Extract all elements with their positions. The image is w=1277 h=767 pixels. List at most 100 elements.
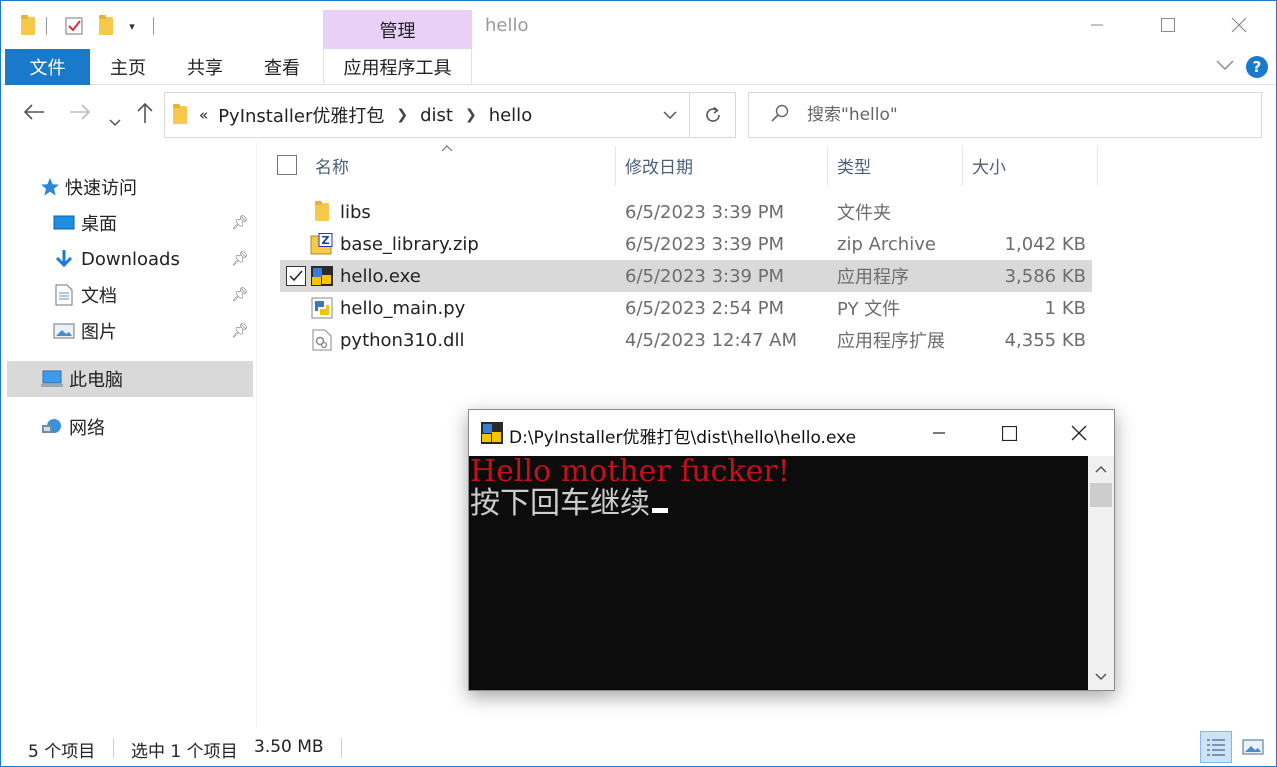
title-bar: ▾ 管理 hello bbox=[1, 1, 1276, 49]
file-type: 应用程序 bbox=[837, 267, 909, 288]
column-divider[interactable] bbox=[827, 146, 828, 186]
scroll-down-icon[interactable] bbox=[1088, 666, 1114, 688]
details-view-icon[interactable] bbox=[1200, 731, 1232, 763]
explorer-window: ▾ 管理 hello 文件 主页 共享 查看 应用程序工具 ? « PyInst… bbox=[0, 0, 1277, 767]
sidebar-item-downloads[interactable]: Downloads 📌︎ bbox=[53, 241, 253, 277]
search-box[interactable] bbox=[748, 92, 1262, 138]
sidebar-item-desktop[interactable]: 桌面 📌︎ bbox=[53, 205, 253, 241]
select-all-checkbox[interactable] bbox=[277, 155, 297, 175]
sidebar-item-label: 图片 bbox=[81, 322, 117, 343]
file-size: 1 KB bbox=[1044, 297, 1086, 319]
file-size bbox=[970, 196, 1086, 228]
desktop-icon bbox=[53, 212, 75, 234]
minimize-button[interactable] bbox=[904, 410, 974, 456]
tab-view[interactable]: 查看 bbox=[247, 49, 317, 85]
pin-icon[interactable]: 📌︎ bbox=[231, 287, 249, 303]
chevron-right-icon[interactable]: ❯ bbox=[465, 107, 477, 123]
sidebar-item-pictures[interactable]: 图片 📌︎ bbox=[53, 313, 253, 349]
zip-archive-icon: Z bbox=[310, 233, 334, 255]
breadcrumb-hello[interactable]: hello bbox=[489, 105, 533, 126]
tab-file[interactable]: 文件 bbox=[5, 49, 90, 85]
column-header-size[interactable]: 大小 bbox=[972, 142, 1092, 188]
console-scrollbar[interactable] bbox=[1088, 456, 1114, 690]
sidebar-item-documents[interactable]: 文档 📌︎ bbox=[53, 277, 253, 313]
column-divider[interactable] bbox=[962, 146, 963, 186]
file-modified: 6/5/2023 3:39 PM bbox=[625, 265, 785, 287]
column-header-modified[interactable]: 修改日期 bbox=[625, 142, 825, 188]
sidebar-item-network[interactable]: 网络 bbox=[41, 409, 253, 445]
navigation-bar: « PyInstaller优雅打包 ❯ dist ❯ hello bbox=[1, 86, 1276, 142]
maximize-button[interactable] bbox=[974, 410, 1044, 456]
tab-application-tools[interactable]: 应用程序工具 bbox=[323, 49, 472, 85]
maximize-button[interactable] bbox=[1132, 1, 1204, 49]
file-row-selected[interactable]: hello.exe 6/5/2023 3:39 PM 应用程序 3,586 KB bbox=[280, 260, 1092, 292]
console-output[interactable]: Hello mother fucker! 按下回车继续 bbox=[469, 456, 1088, 690]
file-type: PY 文件 bbox=[837, 299, 901, 320]
file-row[interactable]: Z base_library.zip 6/5/2023 3:39 PM zip … bbox=[280, 228, 1092, 260]
breadcrumb-overflow[interactable]: « bbox=[199, 106, 208, 124]
recent-locations-icon[interactable] bbox=[109, 108, 121, 133]
refresh-icon[interactable] bbox=[689, 93, 735, 137]
separator bbox=[46, 17, 47, 35]
pin-icon[interactable]: 📌︎ bbox=[231, 251, 249, 267]
search-input[interactable] bbox=[807, 105, 1227, 125]
help-button[interactable]: ? bbox=[1246, 56, 1268, 78]
console-title: D:\PyInstaller优雅打包\dist\hello\hello.exe bbox=[509, 428, 857, 448]
file-modified: 4/5/2023 12:47 AM bbox=[625, 329, 798, 351]
forward-button[interactable] bbox=[69, 102, 91, 127]
sidebar-item-label: 此电脑 bbox=[69, 370, 123, 391]
address-bar[interactable]: « PyInstaller优雅打包 ❯ dist ❯ hello bbox=[164, 92, 736, 138]
scroll-thumb[interactable] bbox=[1090, 483, 1112, 507]
large-icons-view-icon[interactable] bbox=[1237, 731, 1269, 763]
file-name: python310.dll bbox=[340, 329, 465, 351]
contextual-tab-manage: 管理 bbox=[323, 10, 472, 49]
dll-icon bbox=[310, 329, 334, 351]
pin-icon[interactable]: 📌︎ bbox=[231, 323, 249, 339]
tab-share[interactable]: 共享 bbox=[170, 49, 240, 85]
separator bbox=[153, 17, 154, 35]
chevron-right-icon[interactable]: ❯ bbox=[396, 107, 408, 123]
console-window: D:\PyInstaller优雅打包\dist\hello\hello.exe … bbox=[468, 409, 1115, 691]
column-header-name[interactable]: 名称 bbox=[315, 142, 615, 188]
breadcrumb-pyinstaller[interactable]: PyInstaller优雅打包 bbox=[218, 102, 384, 128]
minimize-button[interactable] bbox=[1061, 1, 1133, 49]
column-divider[interactable] bbox=[615, 146, 616, 186]
folder-icon bbox=[173, 104, 187, 124]
separator bbox=[113, 738, 114, 758]
file-row[interactable]: libs 6/5/2023 3:39 PM 文件夹 bbox=[280, 196, 1092, 228]
file-modified: 6/5/2023 3:39 PM bbox=[625, 201, 785, 223]
file-name: hello_main.py bbox=[340, 297, 466, 319]
breadcrumb-dist[interactable]: dist bbox=[420, 105, 453, 126]
scroll-up-icon[interactable] bbox=[1088, 458, 1114, 480]
sidebar-item-label: 桌面 bbox=[81, 214, 117, 235]
close-button[interactable] bbox=[1044, 410, 1114, 456]
column-divider[interactable] bbox=[1097, 146, 1098, 186]
window-title: hello bbox=[485, 15, 529, 36]
file-name: libs bbox=[340, 201, 371, 223]
file-modified: 6/5/2023 2:54 PM bbox=[625, 297, 785, 319]
expand-ribbon-icon[interactable] bbox=[1216, 55, 1234, 74]
document-icon bbox=[53, 284, 75, 306]
ribbon-tabs: 文件 主页 共享 查看 应用程序工具 ? bbox=[1, 49, 1276, 85]
console-line: Hello mother fucker! bbox=[470, 454, 790, 489]
sidebar-item-label: 网络 bbox=[69, 418, 105, 439]
pin-icon[interactable]: 📌︎ bbox=[231, 215, 249, 231]
quick-access-dropdown-icon[interactable]: ▾ bbox=[125, 15, 139, 37]
new-folder-icon[interactable] bbox=[97, 15, 115, 37]
status-bar: 5 个项目 选中 1 个项目 3.50 MB bbox=[1, 728, 1276, 766]
sidebar-item-this-pc[interactable]: 此电脑 bbox=[7, 361, 253, 397]
close-button[interactable] bbox=[1203, 1, 1275, 49]
up-button[interactable] bbox=[136, 102, 154, 130]
tab-home[interactable]: 主页 bbox=[93, 49, 163, 85]
properties-icon[interactable] bbox=[63, 15, 85, 37]
nav-quick-access[interactable]: 快速访问 bbox=[39, 169, 253, 205]
file-name: hello.exe bbox=[340, 265, 421, 287]
file-row[interactable]: hello_main.py 6/5/2023 2:54 PM PY 文件 1 K… bbox=[280, 292, 1092, 324]
file-type: 文件夹 bbox=[837, 203, 891, 224]
row-checkbox[interactable] bbox=[286, 266, 306, 286]
selection-size: 3.50 MB bbox=[254, 737, 324, 757]
address-dropdown-icon[interactable] bbox=[652, 93, 688, 137]
column-header-type[interactable]: 类型 bbox=[837, 142, 957, 188]
back-button[interactable] bbox=[23, 102, 45, 127]
file-row[interactable]: python310.dll 4/5/2023 12:47 AM 应用程序扩展 4… bbox=[280, 324, 1092, 356]
